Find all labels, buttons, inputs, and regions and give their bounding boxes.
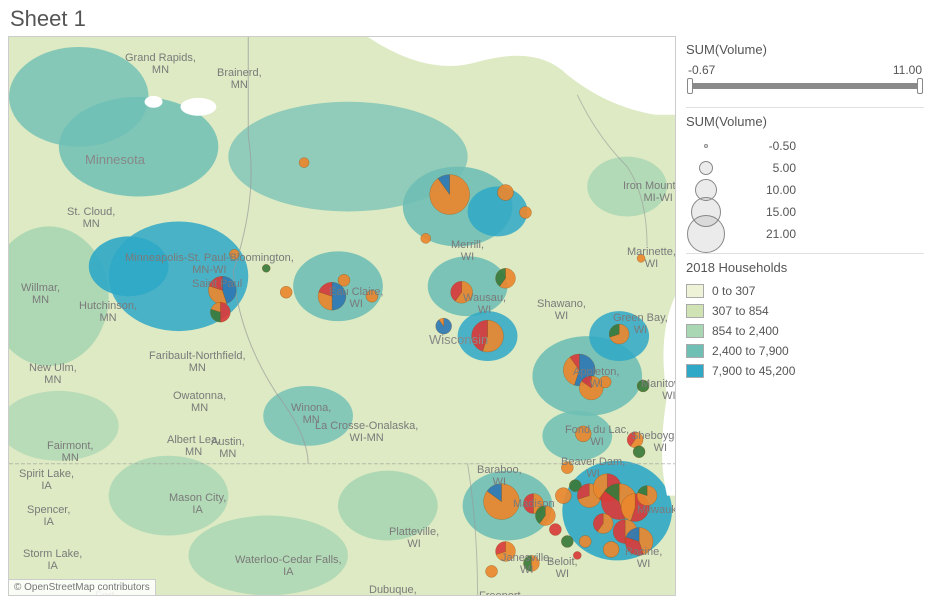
color-swatch: [686, 364, 704, 378]
map-mark[interactable]: [484, 484, 520, 520]
color-legend-label: 7,900 to 45,200: [712, 364, 795, 378]
size-swatch: [686, 144, 726, 148]
map-mark[interactable]: [299, 158, 309, 168]
size-legend-label: 10.00: [736, 183, 796, 197]
map-mark[interactable]: [519, 206, 531, 218]
color-legend-row[interactable]: 7,900 to 45,200: [686, 361, 924, 381]
color-legend-label: 2,400 to 7,900: [712, 344, 789, 358]
color-legend-row[interactable]: 854 to 2,400: [686, 321, 924, 341]
map-mark[interactable]: [210, 302, 230, 322]
color-legend-label: 854 to 2,400: [712, 324, 779, 338]
size-legend-label: 21.00: [736, 227, 796, 241]
choropleth-layer: [9, 37, 675, 595]
color-legend-label: 0 to 307: [712, 284, 755, 298]
map-mark[interactable]: [561, 462, 573, 474]
map-viz[interactable]: MinnesotaWisconsinGrand Rapids,MNBrainer…: [8, 36, 676, 596]
map-mark[interactable]: [575, 426, 591, 442]
color-legend-body: 0 to 307 307 to 854 854 to 2,400 2,400 to 7…: [686, 281, 924, 381]
size-legend-row[interactable]: 5.00: [686, 157, 924, 179]
size-legend-label: 5.00: [736, 161, 796, 175]
map-mark[interactable]: [625, 528, 653, 556]
map-mark[interactable]: [549, 524, 561, 536]
map-svg: [9, 37, 675, 595]
color-legend-row[interactable]: 0 to 307: [686, 281, 924, 301]
map-mark[interactable]: [262, 264, 270, 272]
map-mark[interactable]: [451, 281, 473, 303]
map-mark[interactable]: [573, 551, 581, 559]
map-mark[interactable]: [555, 488, 571, 504]
color-legend-card: 2018 Households 0 to 307 307 to 854 854 to…: [686, 253, 924, 381]
map-mark[interactable]: [486, 565, 498, 577]
map-mark[interactable]: [498, 185, 514, 201]
slider-max-label: 11.00: [893, 63, 922, 77]
size-legend-label: 15.00: [736, 205, 796, 219]
map-mark[interactable]: [318, 282, 346, 310]
color-swatch: [686, 344, 704, 358]
size-swatch: [686, 161, 726, 175]
color-legend-row[interactable]: 307 to 854: [686, 301, 924, 321]
size-legend-body: -0.50 5.00 10.00 15.00 21.00: [686, 135, 924, 245]
slider-range-labels: -0.67 11.00: [686, 63, 924, 79]
map-mark[interactable]: [637, 486, 657, 506]
map-mark[interactable]: [637, 254, 645, 262]
map-mark[interactable]: [633, 446, 645, 458]
map-mark[interactable]: [599, 376, 611, 388]
map-mark[interactable]: [579, 535, 591, 547]
color-legend-row[interactable]: 2,400 to 7,900: [686, 341, 924, 361]
size-swatch: [686, 215, 726, 253]
map-mark[interactable]: [627, 432, 643, 448]
sheet-title: Sheet 1: [0, 0, 930, 36]
map-mark[interactable]: [609, 324, 629, 344]
color-legend-label: 307 to 854: [712, 304, 769, 318]
volume-slider-title: SUM(Volume): [686, 42, 924, 57]
size-legend-row[interactable]: -0.50: [686, 135, 924, 157]
map-attribution: © OpenStreetMap contributors: [9, 579, 156, 595]
map-mark[interactable]: [472, 320, 504, 352]
volume-slider-card: SUM(Volume) -0.67 11.00: [686, 36, 924, 99]
main-area: MinnesotaWisconsinGrand Rapids,MNBrainer…: [0, 36, 930, 600]
slider-handle-max[interactable]: [917, 78, 923, 94]
map-mark[interactable]: [496, 541, 516, 561]
volume-slider[interactable]: [690, 83, 920, 89]
map-mark[interactable]: [338, 274, 350, 286]
legend-panel: SUM(Volume) -0.67 11.00 SUM(Volume) -0.5…: [676, 36, 930, 600]
size-legend-label: -0.50: [736, 139, 796, 153]
slider-min-label: -0.67: [688, 63, 715, 77]
map-mark[interactable]: [561, 535, 573, 547]
map-mark[interactable]: [496, 268, 516, 288]
map-mark[interactable]: [523, 555, 539, 571]
map-mark[interactable]: [603, 541, 619, 557]
map-mark[interactable]: [436, 318, 452, 334]
map-mark[interactable]: [280, 286, 292, 298]
color-swatch: [686, 324, 704, 338]
map-mark[interactable]: [208, 276, 236, 304]
size-legend-title: SUM(Volume): [686, 114, 924, 129]
size-legend-row[interactable]: 21.00: [686, 223, 924, 245]
color-legend-title: 2018 Households: [686, 260, 924, 275]
map-mark[interactable]: [430, 175, 470, 215]
color-swatch: [686, 304, 704, 318]
color-swatch: [686, 284, 704, 298]
size-legend-card: SUM(Volume) -0.50 5.00 10.00 15.00 21.00: [686, 107, 924, 245]
map-mark[interactable]: [593, 514, 613, 534]
map-mark[interactable]: [535, 506, 555, 526]
slider-handle-min[interactable]: [687, 78, 693, 94]
map-mark[interactable]: [229, 249, 239, 259]
map-mark[interactable]: [637, 380, 649, 392]
map-mark[interactable]: [421, 233, 431, 243]
map-mark[interactable]: [366, 290, 378, 302]
